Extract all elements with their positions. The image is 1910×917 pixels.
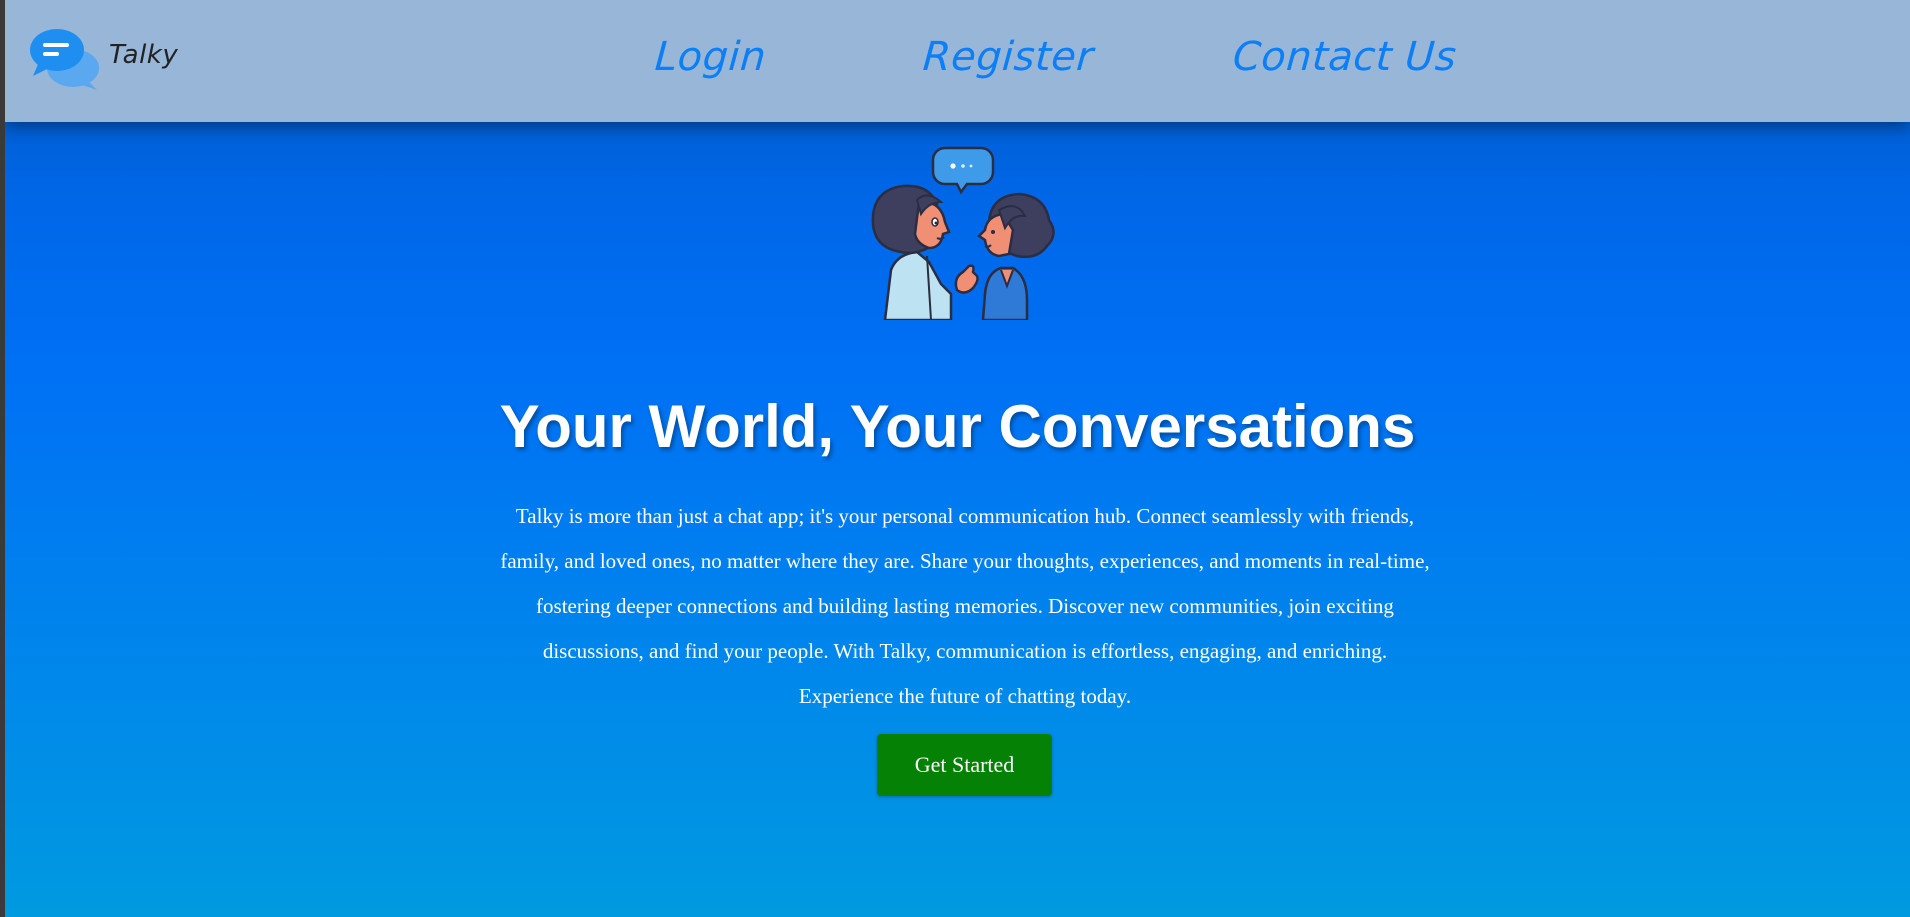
brand-name: Talky xyxy=(109,40,179,70)
hero-title: Your World, Your Conversations xyxy=(499,393,1416,460)
two-people-chatting-illustration xyxy=(871,146,1055,320)
nav-login-link[interactable]: Login xyxy=(653,34,767,80)
hero-description: Talky is more than just a chat app; it's… xyxy=(500,504,1430,708)
brand[interactable]: Talky xyxy=(29,26,178,92)
get-started-button[interactable]: Get Started xyxy=(877,734,1052,796)
landing-page: Talky Login Register Contact Us Your Wor… xyxy=(5,0,1910,917)
nav-contact-link[interactable]: Contact Us xyxy=(1231,34,1458,80)
chat-bubbles-icon xyxy=(30,29,99,90)
navbar: Talky Login Register Contact Us xyxy=(5,0,1910,122)
nav-register-link[interactable]: Register xyxy=(921,34,1095,80)
